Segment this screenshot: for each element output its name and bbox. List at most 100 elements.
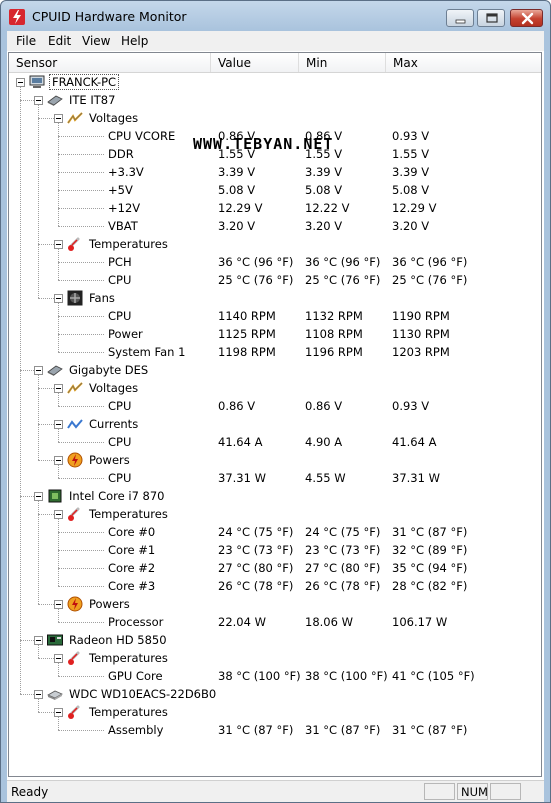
column-max[interactable]: Max bbox=[386, 53, 541, 72]
sensor-min: 4.90 A bbox=[305, 435, 343, 449]
sensor-row[interactable]: Assembly 31 °C (87 °F) 31 °C (87 °F) 31 °C … bbox=[9, 721, 541, 739]
collapse-toggle[interactable] bbox=[54, 114, 63, 123]
sensor-max: 36 °C (96 °F) bbox=[392, 255, 468, 269]
sensor-max: 28 °C (82 °F) bbox=[392, 579, 468, 593]
fan-icon bbox=[67, 290, 83, 306]
sensor-row[interactable]: System Fan 1 1198 RPM 1196 RPM 1203 RPM bbox=[9, 343, 541, 361]
collapse-toggle[interactable] bbox=[54, 384, 63, 393]
sensor-name: Intel Core i7 870 bbox=[69, 489, 165, 503]
tree-node-temperatures[interactable]: Temperatures bbox=[9, 235, 541, 253]
collapse-toggle[interactable] bbox=[54, 600, 63, 609]
sensor-name: Powers bbox=[89, 597, 130, 611]
menu-file[interactable]: File bbox=[16, 34, 36, 48]
menu-bar: File Edit View Help bbox=[7, 31, 544, 51]
collapse-toggle[interactable] bbox=[54, 456, 63, 465]
tree-node-currents[interactable]: Currents bbox=[9, 415, 541, 433]
menu-help[interactable]: Help bbox=[121, 34, 148, 48]
tree-node-temperatures[interactable]: Temperatures bbox=[9, 703, 541, 721]
sensor-name: ITE IT87 bbox=[69, 93, 116, 107]
sensor-row[interactable]: PCH 36 °C (96 °F) 36 °C (96 °F) 36 °C (96 °… bbox=[9, 253, 541, 271]
tree-node-voltages[interactable]: Voltages bbox=[9, 109, 541, 127]
tree-node-powers[interactable]: Powers bbox=[9, 451, 541, 469]
sensor-row[interactable]: +5V 5.08 V 5.08 V 5.08 V bbox=[9, 181, 541, 199]
sensor-row[interactable]: Power 1125 RPM 1108 RPM 1130 RPM bbox=[9, 325, 541, 343]
tree-node-ite-it87[interactable]: ITE IT87 bbox=[9, 91, 541, 109]
sensor-value: 31 °C (87 °F) bbox=[218, 723, 294, 737]
collapse-toggle[interactable] bbox=[54, 654, 63, 663]
tree-node-wdc-wd10eacs-22d6b0[interactable]: WDC WD10EACS-22D6B0 bbox=[9, 685, 541, 703]
collapse-toggle[interactable] bbox=[54, 708, 63, 717]
tree-node-voltages[interactable]: Voltages bbox=[9, 379, 541, 397]
sensor-max: 1190 RPM bbox=[392, 309, 450, 323]
collapse-toggle[interactable] bbox=[34, 492, 43, 501]
sensor-row[interactable]: +3.3V 3.39 V 3.39 V 3.39 V bbox=[9, 163, 541, 181]
sensor-row[interactable]: Core #2 27 °C (80 °F) 27 °C (80 °F) 35 °C (… bbox=[9, 559, 541, 577]
sensor-row[interactable]: GPU Core 38 °C (100 °F) 38 °C (100 °F) 41 °… bbox=[9, 667, 541, 685]
sensor-min: 25 °C (76 °F) bbox=[305, 273, 381, 287]
collapse-toggle[interactable] bbox=[34, 690, 43, 699]
sensor-name: +12V bbox=[108, 201, 141, 215]
collapse-toggle[interactable] bbox=[34, 636, 43, 645]
sensor-min: 23 °C (73 °F) bbox=[305, 543, 381, 557]
cpu-icon bbox=[47, 488, 63, 504]
chip-icon bbox=[47, 362, 63, 378]
sensor-max: 106.17 W bbox=[392, 615, 448, 629]
sensor-name: Voltages bbox=[89, 381, 139, 395]
sensor-row[interactable]: Core #3 26 °C (78 °F) 26 °C (78 °F) 28 °C (… bbox=[9, 577, 541, 595]
sensor-name: FRANCK-PC bbox=[49, 74, 120, 90]
chip-icon bbox=[47, 92, 63, 108]
thermometer-icon bbox=[67, 236, 83, 252]
menu-edit[interactable]: Edit bbox=[48, 34, 71, 48]
tree-node-temperatures[interactable]: Temperatures bbox=[9, 649, 541, 667]
sensor-row[interactable]: Processor 22.04 W 18.06 W 106.17 W bbox=[9, 613, 541, 631]
sensor-row[interactable]: CPU 0.86 V 0.86 V 0.93 V bbox=[9, 397, 541, 415]
sensor-name: Core #3 bbox=[108, 579, 156, 593]
sensor-row[interactable]: CPU 41.64 A 4.90 A 41.64 A bbox=[9, 433, 541, 451]
sensor-max: 31 °C (87 °F) bbox=[392, 525, 468, 539]
column-value[interactable]: Value bbox=[211, 53, 299, 72]
title-bar[interactable]: CPUID Hardware Monitor bbox=[1, 1, 550, 31]
cpuid-app-icon[interactable] bbox=[9, 9, 25, 25]
sensor-value: 25 °C (76 °F) bbox=[218, 273, 294, 287]
collapse-toggle[interactable] bbox=[34, 366, 43, 375]
sensor-min: 4.55 W bbox=[305, 471, 346, 485]
sensor-row[interactable]: CPU 25 °C (76 °F) 25 °C (76 °F) 25 °C (76 °… bbox=[9, 271, 541, 289]
close-button[interactable] bbox=[510, 9, 543, 27]
sensor-tree[interactable]: Sensor Value Min Max FRANCK-PC ITE IT87 Vo… bbox=[8, 52, 542, 777]
collapse-toggle[interactable] bbox=[16, 78, 25, 87]
sensor-row[interactable]: CPU 1140 RPM 1132 RPM 1190 RPM bbox=[9, 307, 541, 325]
tree-node-intel-core-i7-870[interactable]: Intel Core i7 870 bbox=[9, 487, 541, 505]
sensor-row[interactable]: Core #1 23 °C (73 °F) 23 °C (73 °F) 32 °C (… bbox=[9, 541, 541, 559]
tree-node-powers[interactable]: Powers bbox=[9, 595, 541, 613]
sensor-row[interactable]: Core #0 24 °C (75 °F) 24 °C (75 °F) 31 °C (… bbox=[9, 523, 541, 541]
tree-node-radeon-hd-5850[interactable]: Radeon HD 5850 bbox=[9, 631, 541, 649]
sensor-name: Processor bbox=[108, 615, 164, 629]
collapse-toggle[interactable] bbox=[54, 294, 63, 303]
maximize-button[interactable] bbox=[477, 9, 505, 27]
tree-node-temperatures[interactable]: Temperatures bbox=[9, 505, 541, 523]
collapse-toggle[interactable] bbox=[54, 510, 63, 519]
watermark-text: WWW.TEBYAN.NET bbox=[193, 135, 334, 153]
sensor-min: 3.39 V bbox=[305, 165, 343, 179]
tree-node-gigabyte-des[interactable]: Gigabyte DES bbox=[9, 361, 541, 379]
collapse-toggle[interactable] bbox=[54, 240, 63, 249]
column-min[interactable]: Min bbox=[299, 53, 386, 72]
sensor-min: 1108 RPM bbox=[305, 327, 363, 341]
collapse-toggle[interactable] bbox=[34, 96, 43, 105]
sensor-min: 12.22 V bbox=[305, 201, 350, 215]
collapse-toggle[interactable] bbox=[54, 420, 63, 429]
tree-node-fans[interactable]: Fans bbox=[9, 289, 541, 307]
column-sensor[interactable]: Sensor bbox=[9, 53, 211, 72]
app-window: CPUID Hardware Monitor File Edit View He… bbox=[0, 0, 551, 803]
sensor-row[interactable]: CPU 37.31 W 4.55 W 37.31 W bbox=[9, 469, 541, 487]
minimize-button[interactable] bbox=[446, 9, 474, 27]
sensor-name: CPU VCORE bbox=[108, 129, 176, 143]
menu-view[interactable]: View bbox=[82, 34, 110, 48]
sensor-row[interactable]: VBAT 3.20 V 3.20 V 3.20 V bbox=[9, 217, 541, 235]
sensor-row[interactable]: +12V 12.29 V 12.22 V 12.29 V bbox=[9, 199, 541, 217]
sensor-max: 0.93 V bbox=[392, 399, 430, 413]
sensor-min: 18.06 W bbox=[305, 615, 353, 629]
tree-node-franck-pc[interactable]: FRANCK-PC bbox=[9, 73, 541, 91]
sensor-name: CPU bbox=[108, 471, 132, 485]
sensor-max: 0.93 V bbox=[392, 129, 430, 143]
